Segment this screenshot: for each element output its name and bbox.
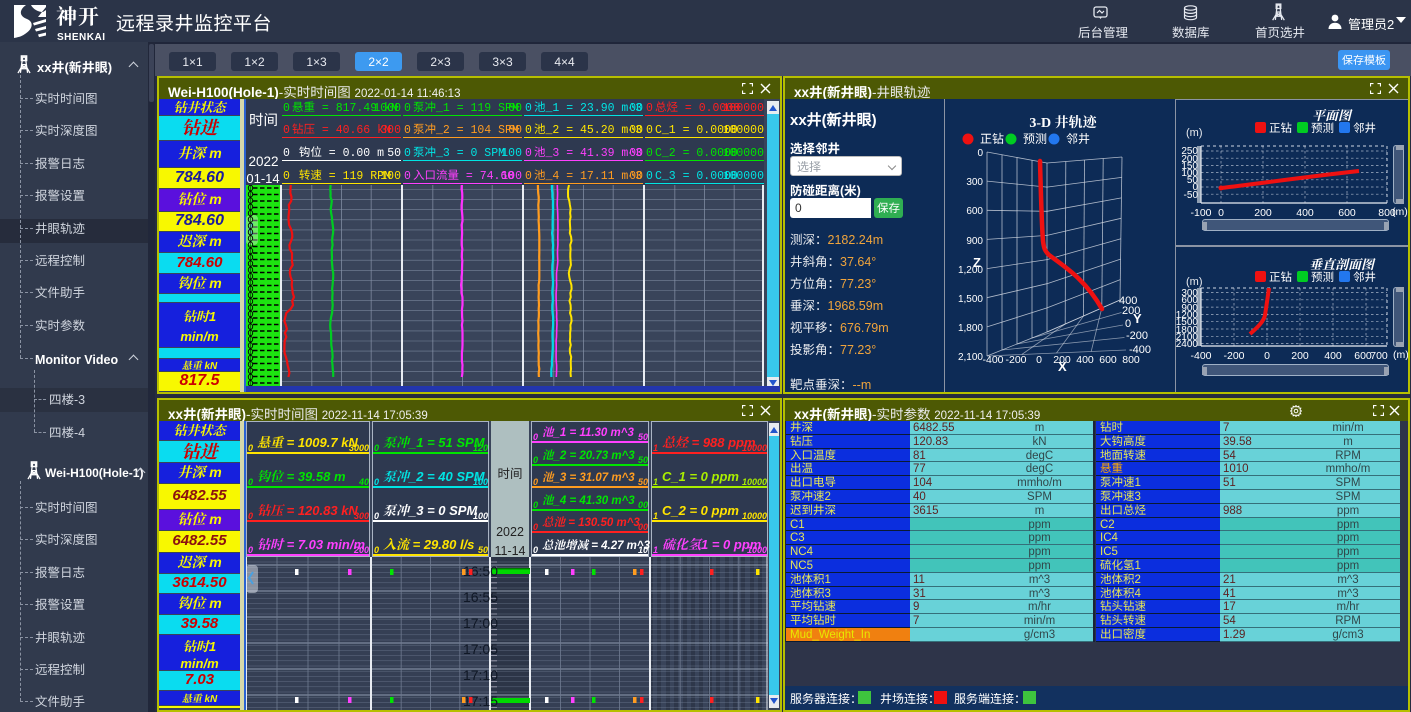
svg-text:-200: -200	[1005, 354, 1026, 366]
svg-text:17:00: 17:00	[463, 615, 498, 631]
svg-text:预测: 预测	[1023, 130, 1047, 147]
svg-text:0: 0	[1218, 207, 1224, 219]
svg-text:400: 400	[1296, 207, 1314, 219]
svg-text:(m): (m)	[1392, 206, 1408, 218]
svg-text:200: 200	[1291, 350, 1309, 362]
svg-text:0: 0	[1264, 350, 1270, 362]
svg-text:Z: Z	[973, 255, 981, 270]
svg-text:-200: -200	[1126, 330, 1148, 342]
svg-text:邻井: 邻井	[1066, 130, 1090, 147]
svg-text:16:55: 16:55	[463, 589, 498, 605]
svg-text:-400: -400	[1190, 350, 1211, 362]
svg-text:1,800: 1,800	[958, 323, 983, 334]
svg-text:600: 600	[1338, 207, 1356, 219]
svg-text:2400: 2400	[1176, 339, 1198, 350]
svg-text:0: 0	[1036, 354, 1042, 366]
svg-text:600: 600	[966, 206, 983, 217]
svg-text:3-D 井轨迹: 3-D 井轨迹	[1029, 112, 1097, 132]
svg-text:-100: -100	[1190, 207, 1211, 219]
svg-text:200: 200	[1254, 207, 1272, 219]
svg-text:700: 700	[1370, 350, 1388, 362]
svg-text:300: 300	[966, 177, 983, 188]
svg-text:0: 0	[1125, 318, 1131, 330]
svg-text:17:15: 17:15	[463, 693, 498, 709]
svg-text:0: 0	[977, 148, 983, 159]
svg-text:正钻: 正钻	[980, 130, 1004, 147]
svg-text:-400: -400	[1129, 344, 1151, 356]
svg-text:16:50: 16:50	[463, 563, 498, 579]
svg-text:-400: -400	[982, 354, 1003, 366]
svg-text:900: 900	[966, 236, 983, 247]
svg-text:-200: -200	[1223, 350, 1244, 362]
svg-text:400: 400	[1076, 354, 1094, 366]
svg-text:1,500: 1,500	[958, 294, 983, 305]
svg-text:2,100: 2,100	[958, 352, 983, 363]
svg-text:17:05: 17:05	[463, 641, 498, 657]
svg-text:17:10: 17:10	[463, 667, 498, 683]
svg-text:600: 600	[1099, 354, 1117, 366]
svg-text:X: X	[1058, 359, 1067, 374]
svg-text:-50: -50	[1184, 190, 1199, 201]
svg-text:(m): (m)	[1393, 349, 1408, 361]
svg-text:Y: Y	[1133, 311, 1142, 326]
svg-text:400: 400	[1324, 350, 1342, 362]
